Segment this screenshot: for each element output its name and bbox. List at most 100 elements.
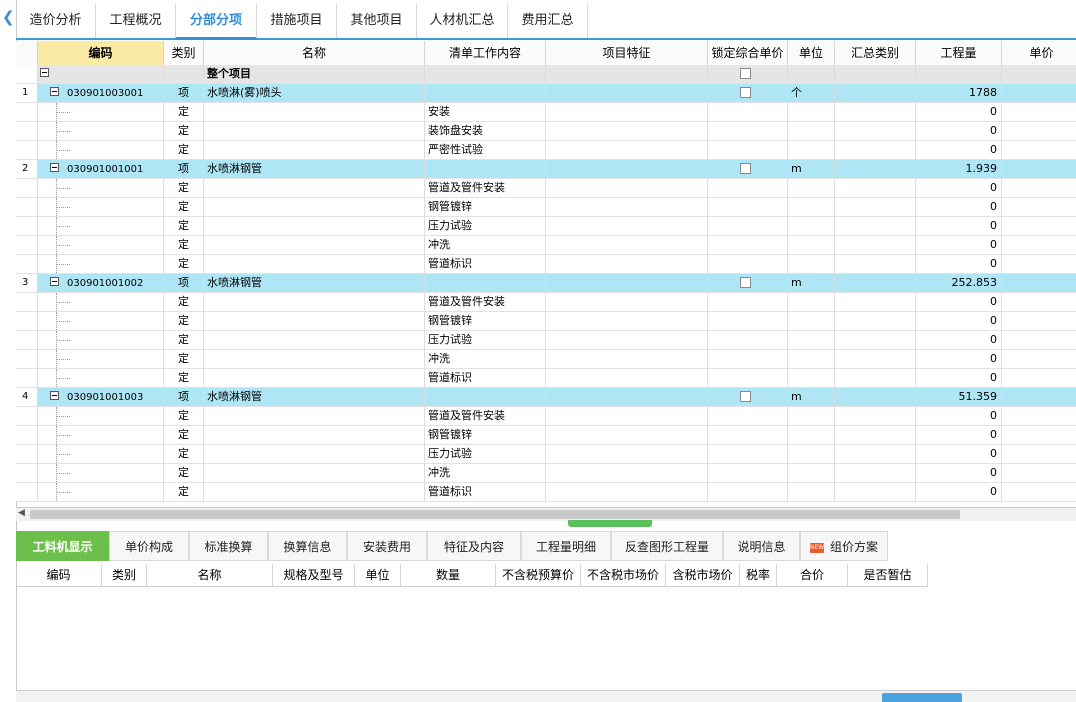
lock-price-checkbox[interactable] [740,163,751,174]
table-row-project[interactable]: 整个项目 [16,65,1076,84]
table-row-sub[interactable]: 定 钢管镀锌 00 [16,312,1076,331]
code-cell [38,407,164,425]
code-cell [38,312,164,330]
bottom-tab-9[interactable]: NEW 组价方案 [800,531,888,561]
resource-column-header-9[interactable]: 税率 [740,564,777,586]
table-row-sub[interactable]: 定 钢管镀锌 00 [16,426,1076,445]
column-header-6[interactable]: 单位 [788,41,835,65]
tab-2[interactable]: 分部分项 [176,4,257,40]
table-row-sub[interactable]: 定 管道及管件安装 00 [16,179,1076,198]
table-row-sub[interactable]: 定 压力试验 00 [16,217,1076,236]
panel-splitter-handle[interactable] [568,520,652,527]
lock-price-checkbox[interactable] [740,391,751,402]
resource-column-header-1[interactable]: 类别 [102,564,147,586]
table-row-item[interactable]: 4 030901001003 项水喷淋钢管 m 51.359 [16,388,1076,407]
collapse-minus-icon[interactable] [50,163,59,172]
name-cell [204,483,425,501]
table-row-sub[interactable]: 定 压力试验 00 [16,445,1076,464]
work-content-cell: 冲洗 [425,464,546,482]
table-row-sub[interactable]: 定 管道标识 00 [16,369,1076,388]
column-header-7[interactable]: 汇总类别 [835,41,916,65]
work-content-cell: 钢管镀锌 [425,198,546,216]
table-row-sub[interactable]: 定 管道及管件安装 00 [16,293,1076,312]
table-row-sub[interactable]: 定 压力试验 00 [16,331,1076,350]
bottom-tab-1[interactable]: 单价构成 [109,531,189,561]
work-content-cell: 装饰盘安装 [425,122,546,140]
collapse-minus-icon[interactable] [40,68,49,77]
column-header-5[interactable]: 锁定综合单价 [708,41,788,65]
column-header-3[interactable]: 清单工作内容 [425,41,546,65]
name-cell [204,312,425,330]
type-cell: 定 [164,141,204,159]
table-row-sub[interactable]: 定 冲洗 00 [16,236,1076,255]
bottom-tab-5[interactable]: 特征及内容 [427,531,521,561]
table-row-sub[interactable]: 定 钢管镀锌 00 [16,198,1076,217]
table-row-sub[interactable]: 定 装饰盘安装 00 [16,122,1076,141]
quantity-cell: 0 [916,179,1002,197]
name-cell: 水喷淋(雾)喷头 [204,84,425,102]
resource-column-header-5[interactable]: 数量 [401,564,496,586]
table-row-sub[interactable]: 定 管道及管件安装 00 [16,407,1076,426]
summary-type-cell [835,483,916,501]
bottom-tab-2[interactable]: 标准换算 [189,531,268,561]
tab-3[interactable]: 措施项目 [257,4,337,38]
scrollbar-thumb[interactable] [30,510,960,519]
lock-price-checkbox[interactable] [740,87,751,98]
summary-type-cell [835,331,916,349]
resource-column-header-0[interactable]: 编码 [16,564,102,586]
resource-column-header-6[interactable]: 不含税预算价 [496,564,581,586]
code-cell [38,483,164,501]
collapse-minus-icon[interactable] [50,87,59,96]
tab-6[interactable]: 费用汇总 [508,4,588,38]
bottom-tab-4[interactable]: 安装费用 [347,531,427,561]
resource-column-header-3[interactable]: 规格及型号 [273,564,355,586]
tree-branch [56,245,70,246]
column-header-2[interactable]: 名称 [204,41,425,65]
bottom-tab-6[interactable]: 工程量明细 [521,531,611,561]
unit-cell [788,293,835,311]
lock-price-checkbox[interactable] [740,277,751,288]
table-row-sub[interactable]: 定 冲洗 00 [16,350,1076,369]
column-header-9[interactable]: 单价 [1002,41,1076,65]
collapse-minus-icon[interactable] [50,277,59,286]
column-header-0[interactable]: 编码 [38,41,164,65]
work-content-cell: 钢管镀锌 [425,312,546,330]
lock-price-checkbox[interactable] [740,68,751,79]
column-header-8[interactable]: 工程量 [916,41,1002,65]
name-cell [204,369,425,387]
tab-4[interactable]: 其他项目 [337,4,417,38]
tab-5[interactable]: 人材机汇总 [417,4,508,38]
tab-0[interactable]: 造价分析 [16,4,96,38]
work-content-cell: 钢管镀锌 [425,426,546,444]
resource-column-header-10[interactable]: 合价 [777,564,848,586]
resource-column-header-2[interactable]: 名称 [147,564,273,586]
resource-column-header-4[interactable]: 单位 [355,564,401,586]
status-bar [16,690,1076,702]
bill-grid: 编码 类别 名称 清单工作内容 项目特征 锁定综合单价 单位 汇总类别 工程量 单价 整个项目 1 0… [16,41,1076,507]
bottom-tab-0[interactable]: 工料机显示 [16,531,109,561]
bottom-tab-7[interactable]: 反查图形工程量 [611,531,723,561]
bottom-tab-8[interactable]: 说明信息 [723,531,800,561]
table-row-sub[interactable]: 定 冲洗 00 [16,464,1076,483]
table-row-item[interactable]: 1 030901003001 项水喷淋(雾)喷头 个 1788 [16,84,1076,103]
feature-cell [546,407,708,425]
table-row-sub[interactable]: 定 管道标识 00 [16,255,1076,274]
summary-type-cell [835,255,916,273]
scroll-left-icon[interactable]: ◀ [18,508,25,518]
tab-1[interactable]: 工程概况 [96,4,176,38]
table-row-item[interactable]: 3 030901001002 项水喷淋钢管 m 252.853 [16,274,1076,293]
bottom-tab-3[interactable]: 换算信息 [268,531,347,561]
column-header-4[interactable]: 项目特征 [546,41,708,65]
collapse-minus-icon[interactable] [50,391,59,400]
table-row-sub[interactable]: 定 严密性试验 00 [16,141,1076,160]
horizontal-scrollbar[interactable]: ◀ [16,507,1076,521]
table-row-sub[interactable]: 定 安装 00 [16,103,1076,122]
back-arrow-icon[interactable]: ❮ [2,10,15,25]
column-header-1[interactable]: 类别 [164,41,204,65]
table-row-item[interactable]: 2 030901001001 项水喷淋钢管 m 1.939 [16,160,1076,179]
resource-column-header-8[interactable]: 含税市场价 [666,564,740,586]
resource-column-header-11[interactable]: 是否暂估 [848,564,928,586]
quantity-cell: 0 [916,426,1002,444]
resource-column-header-7[interactable]: 不含税市场价 [581,564,666,586]
table-row-sub[interactable]: 定 管道标识 00 [16,483,1076,502]
